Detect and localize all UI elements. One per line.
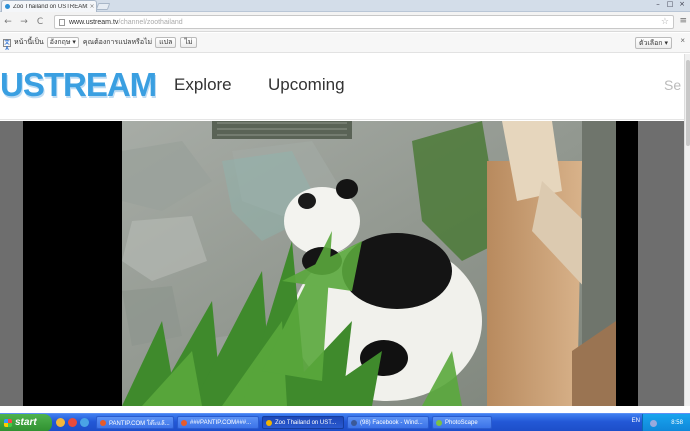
start-label: start xyxy=(15,417,37,428)
language-indicator[interactable]: EN xyxy=(632,418,640,424)
taskbar-item-photoscape[interactable]: PhotoScape xyxy=(432,416,492,429)
ustream-logo[interactable]: USTREAM xyxy=(0,66,157,104)
tray-network-icon[interactable] xyxy=(650,419,658,427)
translate-icon: 文A xyxy=(3,38,11,52)
quicklaunch-chrome-icon[interactable] xyxy=(68,418,77,427)
no-translate-button[interactable]: ไม่ xyxy=(180,37,197,48)
start-button[interactable]: start xyxy=(0,413,52,431)
url-path: /channel/zoothailand xyxy=(118,18,183,26)
task-label: PANTIP.COM โต๊ะแล้... xyxy=(109,420,170,427)
minimize-button[interactable]: – xyxy=(652,0,664,9)
taskbar-item-facebook[interactable]: (98) Facebook - Wind... xyxy=(347,416,429,429)
translate-prefix: หน้านี้เป็น xyxy=(14,39,44,46)
taskbar-item-pantip-1[interactable]: PANTIP.COM โต๊ะแล้... xyxy=(96,416,174,429)
chrome-icon xyxy=(266,419,272,426)
clock[interactable]: 8:58 xyxy=(671,420,683,426)
forward-arrow-icon[interactable]: → xyxy=(16,17,32,27)
task-label: (98) Facebook - Wind... xyxy=(360,419,423,426)
site-header: USTREAM Explore Upcoming Se xyxy=(0,54,684,120)
translate-question: คุณต้องการแปลหรือไม่ xyxy=(82,39,153,46)
back-arrow-icon[interactable]: ← xyxy=(0,17,16,27)
new-tab-button[interactable] xyxy=(95,3,111,10)
windows-flag-icon xyxy=(4,418,12,427)
ustream-favicon-icon xyxy=(5,4,10,9)
nav-upcoming[interactable]: Upcoming xyxy=(268,75,345,95)
tab-title: Zoo Thailand on USTREAM: T xyxy=(13,3,88,10)
nav-explore[interactable]: Explore xyxy=(174,75,232,95)
close-window-button[interactable]: × xyxy=(676,0,688,9)
language-select[interactable]: อังกฤษ ▾ xyxy=(46,37,79,48)
quick-launch xyxy=(56,418,92,427)
maximize-button[interactable]: □ xyxy=(664,0,676,9)
taskbar-item-zoo-thailand[interactable]: Zoo Thailand on UST... xyxy=(262,416,344,429)
facebook-icon xyxy=(351,419,357,426)
translate-button[interactable]: แปล xyxy=(155,37,177,48)
taskbar-item-pantip-2[interactable]: ###PANTIP.COM###... xyxy=(177,416,259,429)
chrome-menu-icon[interactable]: ≡ xyxy=(679,16,687,26)
pantip-icon xyxy=(100,419,106,426)
windows-taskbar: start PANTIP.COM โต๊ะแล้... ###PANTIP.CO… xyxy=(0,413,690,431)
translate-options-button[interactable]: ตัวเลือก ▾ xyxy=(634,37,672,49)
window-controls: – □ × xyxy=(652,0,688,10)
page-icon xyxy=(59,18,65,26)
search-input[interactable]: Se xyxy=(664,77,681,93)
photoscape-icon xyxy=(436,419,442,426)
quicklaunch-ie-icon[interactable] xyxy=(80,418,89,427)
bookmark-star-icon[interactable]: ☆ xyxy=(661,17,669,27)
tab-strip: Zoo Thailand on USTREAM: T × – □ × xyxy=(0,0,690,12)
task-label: ###PANTIP.COM###... xyxy=(190,419,252,426)
quicklaunch-folder-icon[interactable] xyxy=(56,418,65,427)
task-label: Zoo Thailand on UST... xyxy=(275,419,337,426)
screen: Zoo Thailand on USTREAM: T × – □ × ← → C… xyxy=(0,0,690,431)
url-host: www.ustream.tv xyxy=(69,18,119,26)
scrollbar-thumb[interactable] xyxy=(686,60,690,146)
translate-infobar: 文A หน้านี้เป็น อังกฤษ ▾ คุณต้องการแปลหรื… xyxy=(0,33,690,53)
system-tray: 8:58 xyxy=(642,414,690,431)
browser-toolbar: ← → C www.ustream.tv /channel/zoothailan… xyxy=(0,12,690,32)
browser-tab-zoo-thailand[interactable]: Zoo Thailand on USTREAM: T × xyxy=(1,0,97,12)
infobar-close-icon[interactable]: × xyxy=(680,36,685,45)
address-bar[interactable]: www.ustream.tv /channel/zoothailand ☆ xyxy=(54,15,674,29)
panda-video-image xyxy=(122,121,616,406)
page-scrollbar[interactable] xyxy=(684,54,690,406)
reload-icon[interactable]: C xyxy=(32,17,48,27)
task-label: PhotoScape xyxy=(445,419,478,426)
pantip-icon xyxy=(181,419,187,426)
video-frame-panda[interactable] xyxy=(122,121,616,406)
